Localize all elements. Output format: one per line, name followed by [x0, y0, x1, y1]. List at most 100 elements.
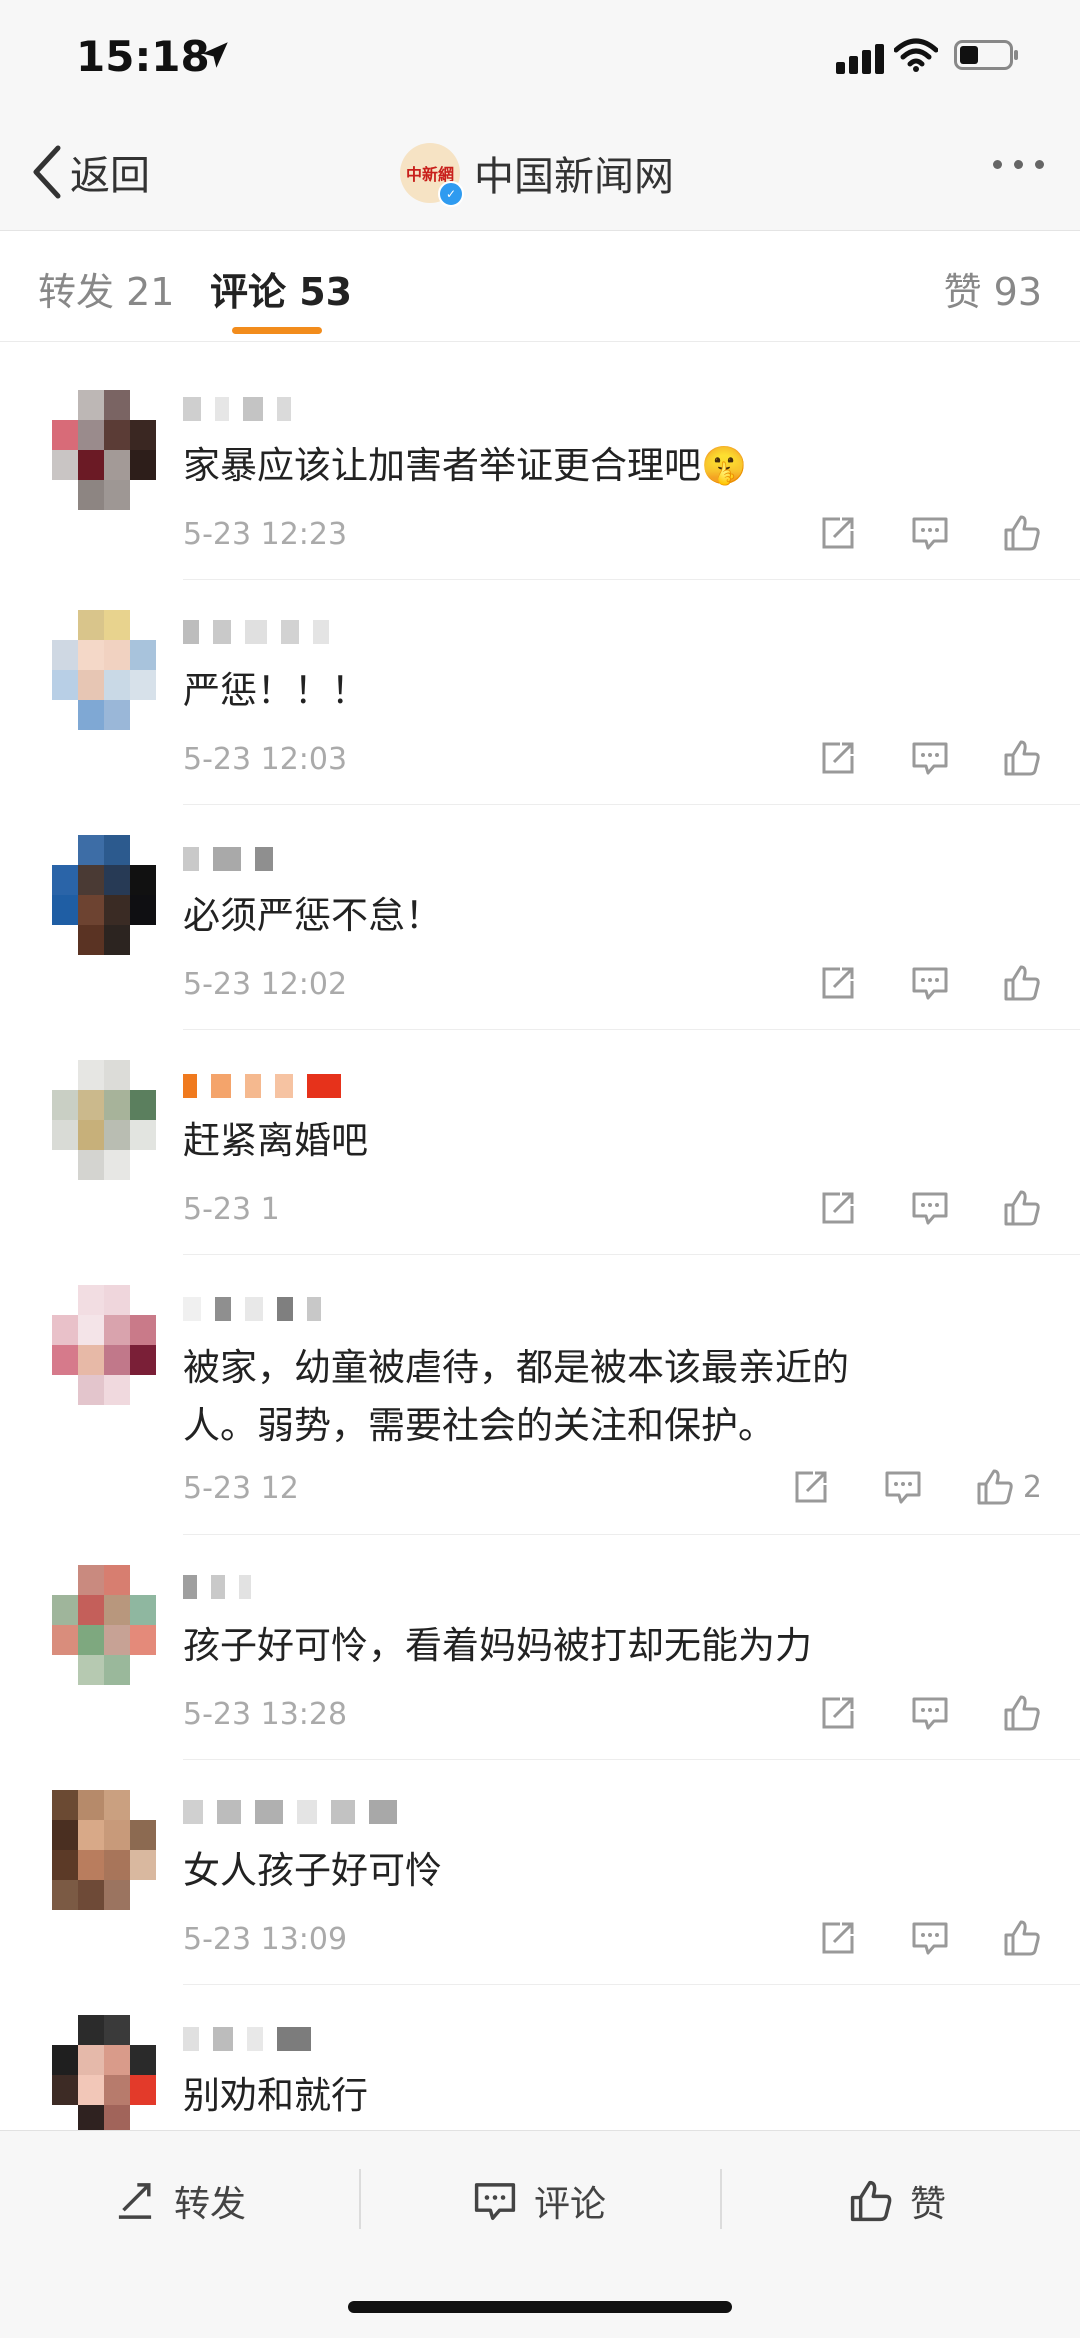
comment-icon[interactable]	[910, 1918, 950, 1958]
repost-label: 转发	[174, 2184, 247, 2225]
comment-text-content: 家暴应该让加害者举证更合理吧	[183, 444, 701, 487]
username-blurred[interactable]	[183, 847, 273, 875]
comment-label: 评论	[534, 2184, 607, 2225]
comment-icon[interactable]	[910, 1693, 950, 1733]
avatar[interactable]	[52, 1790, 156, 1910]
tab-repost[interactable]: 转发 21	[38, 261, 174, 316]
comment-item: 别劝和就行	[0, 1985, 1080, 2130]
avatar[interactable]	[52, 2015, 156, 2130]
comment-text: 被家，幼童被虐待，都是被本该最亲近的 人。弱势，需要社会的关注和保护。	[183, 1339, 1023, 1455]
comment-item: 严惩！！！ 5-23 12:03	[0, 580, 1080, 805]
repost-icon[interactable]	[818, 963, 858, 1003]
username-blurred[interactable]	[183, 620, 329, 648]
repost-icon[interactable]	[818, 738, 858, 778]
back-label: 返回	[70, 153, 150, 199]
back-button[interactable]: 返回	[30, 142, 150, 202]
comment-text: 严惩！！！	[183, 669, 368, 712]
repost-icon[interactable]	[818, 513, 858, 553]
comment-actions	[818, 1693, 1042, 1733]
comment-actions	[818, 738, 1042, 778]
comment-icon[interactable]	[910, 738, 950, 778]
repost-button[interactable]: 转发	[112, 2171, 246, 2231]
comment-icon[interactable]	[910, 963, 950, 1003]
comment-actions	[818, 513, 1042, 553]
comment-icon[interactable]	[910, 513, 950, 553]
comment-actions: 2	[791, 1467, 1042, 1507]
more-options-icon[interactable]	[993, 160, 1044, 169]
comment-text: 必须严惩不怠！	[183, 894, 442, 937]
comment-item: 被家，幼童被虐待，都是被本该最亲近的 人。弱势，需要社会的关注和保护。 5-23…	[0, 1255, 1080, 1535]
comment-icon[interactable]	[883, 1467, 923, 1507]
thumbs-up-icon[interactable]	[975, 1467, 1015, 1507]
status-time: 15:18	[76, 32, 210, 81]
thumbs-up-icon[interactable]	[1002, 513, 1042, 553]
comment-actions	[818, 1188, 1042, 1228]
divider	[720, 2169, 722, 2229]
cellular-signal-icon	[836, 44, 888, 74]
tab-comment[interactable]: 评论 53	[210, 261, 352, 316]
comment-icon[interactable]	[910, 1188, 950, 1228]
comment-item: 赶紧离婚吧 5-23 1	[0, 1030, 1080, 1255]
thumbs-up-icon[interactable]	[1002, 1918, 1042, 1958]
avatar[interactable]	[52, 1565, 156, 1685]
avatar[interactable]	[52, 1285, 156, 1405]
repost-icon[interactable]	[818, 1693, 858, 1733]
username-blurred[interactable]	[183, 1297, 321, 1325]
comment-icon	[474, 2183, 516, 2220]
comment-item: 孩子好可怜，看着妈妈被打却无能为力 5-23 13:28	[0, 1535, 1080, 1760]
comment-time: 5-23 13:28	[183, 1697, 348, 1732]
account-logo: 中新網 ✓	[400, 143, 464, 207]
comment-item: 女人孩子好可怜 5-23 13:09	[0, 1760, 1080, 1985]
verified-badge-icon: ✓	[438, 181, 464, 207]
username-blurred[interactable]	[183, 2027, 311, 2055]
avatar[interactable]	[52, 835, 156, 955]
avatar[interactable]	[52, 1060, 156, 1180]
comment-text: 家暴应该让加害者举证更合理吧🤫	[183, 437, 1023, 495]
home-indicator[interactable]	[348, 2301, 732, 2313]
thumbs-up-icon[interactable]	[1002, 738, 1042, 778]
comment-actions	[818, 1918, 1042, 1958]
thumbs-up-icon[interactable]	[1002, 963, 1042, 1003]
divider	[359, 2169, 361, 2229]
comment-text: 别劝和就行	[183, 2074, 368, 2117]
comment-text-line: 被家，幼童被虐待，都是被本该最亲近的	[183, 1346, 849, 1389]
comment-item: 必须严惩不怠！ 5-23 12:02	[0, 805, 1080, 1030]
comment-time: 5-23 12:23	[183, 517, 348, 552]
comment-text-line: 人。弱势，需要社会的关注和保护。	[183, 1404, 775, 1447]
status-bar: 15:18	[0, 0, 1080, 120]
username-blurred[interactable]	[183, 397, 291, 425]
username-blurred[interactable]	[183, 1800, 397, 1828]
comment-time: 5-23 12:03	[183, 742, 348, 777]
comment-text: 赶紧离婚吧	[183, 1119, 368, 1162]
comment-button[interactable]: 评论	[472, 2171, 606, 2231]
username-blurred[interactable]	[183, 1575, 251, 1603]
comment-time: 5-23 1	[183, 1192, 280, 1227]
account-name: 中国新闻网	[474, 154, 674, 200]
repost-icon	[118, 2183, 152, 2219]
thumbs-up-icon[interactable]	[1002, 1693, 1042, 1733]
active-tab-indicator	[232, 327, 322, 334]
wifi-icon	[894, 38, 938, 72]
repost-icon[interactable]	[818, 1918, 858, 1958]
thumbs-up-icon	[850, 2180, 892, 2222]
like-button[interactable]: 2	[975, 1467, 1042, 1507]
thumbs-up-icon[interactable]	[1002, 1188, 1042, 1228]
comment-time: 5-23 12:02	[183, 967, 348, 1002]
comment-time: 5-23 12	[183, 1471, 299, 1506]
username-blurred[interactable]	[183, 1074, 341, 1102]
tab-bar: 转发 21 评论 53 赞 93	[0, 231, 1080, 342]
avatar[interactable]	[52, 390, 156, 510]
account-title[interactable]: 中新網 ✓ 中国新闻网	[400, 140, 674, 207]
tab-likes[interactable]: 赞 93	[944, 261, 1042, 316]
comment-time: 5-23 13:09	[183, 1922, 348, 1957]
like-count: 2	[1022, 1469, 1042, 1505]
avatar[interactable]	[52, 610, 156, 730]
comment-actions	[818, 963, 1042, 1003]
comment-text: 女人孩子好可怜	[183, 1849, 442, 1892]
repost-icon[interactable]	[818, 1188, 858, 1228]
navigation-bar: 返回 中新網 ✓ 中国新闻网	[0, 120, 1080, 231]
location-arrow-icon	[202, 42, 228, 68]
like-button[interactable]: 赞	[848, 2171, 946, 2231]
battery-icon	[954, 40, 1018, 70]
repost-icon[interactable]	[791, 1467, 831, 1507]
